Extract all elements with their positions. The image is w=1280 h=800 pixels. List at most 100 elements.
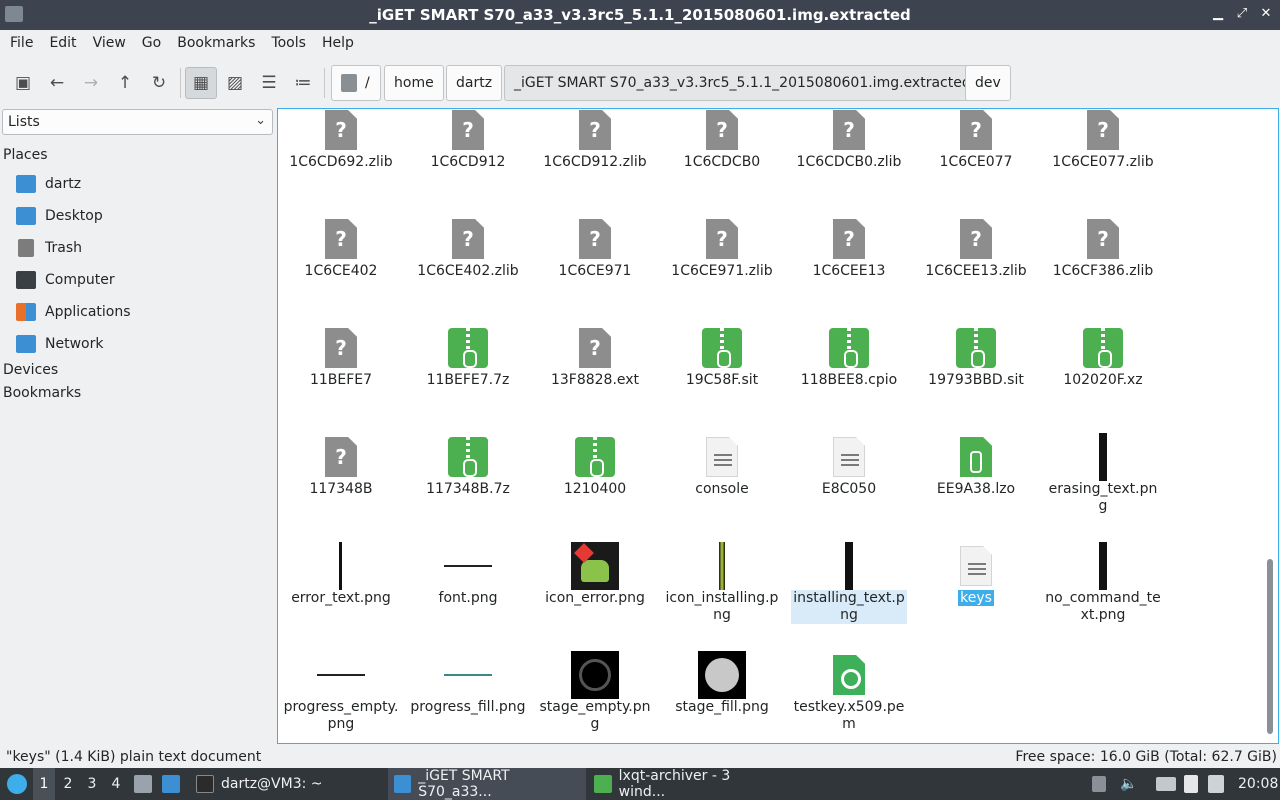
file-item[interactable]: erasing_text.png [1045, 433, 1161, 537]
file-view[interactable]: 1C6CD692.zlib 1C6CD912 1C6CD912.zlib 1C6CDC… [277, 108, 1279, 744]
devices-header[interactable]: Devices [3, 362, 58, 378]
task-file-manager[interactable]: _iGET SMART S70_a33... [388, 768, 586, 800]
clock[interactable]: 20:08 [1238, 768, 1278, 800]
menu-edit[interactable]: Edit [41, 35, 84, 51]
file-item[interactable]: 118BEE8.cpio [791, 324, 907, 428]
storage-tray-icon[interactable] [1208, 768, 1224, 800]
back-arrow-icon[interactable]: ← [44, 70, 70, 96]
bookmarks-header[interactable]: Bookmarks [3, 385, 81, 401]
file-item[interactable]: stage_empty.png [537, 651, 653, 743]
place-computer[interactable]: Computer [16, 268, 115, 292]
menu-file[interactable]: File [2, 35, 41, 51]
forward-arrow-icon[interactable]: → [78, 70, 104, 96]
file-item[interactable]: 1C6CD692.zlib [283, 109, 399, 210]
tray-up-icon[interactable] [1092, 768, 1106, 800]
scrollbar-thumb[interactable] [1267, 559, 1273, 734]
volume-icon[interactable]: 🔈 [1120, 768, 1137, 800]
file-item[interactable]: 1C6CE971.zlib [664, 215, 780, 319]
close-icon[interactable]: ✕ [1258, 6, 1274, 22]
file-item[interactable]: 1C6CE077.zlib [1045, 109, 1161, 210]
reload-icon[interactable]: ↻ [146, 70, 172, 96]
file-item[interactable]: 1C6CF386.zlib [1045, 215, 1161, 319]
file-item[interactable]: 1C6CE971 [537, 215, 653, 319]
file-item[interactable]: testkey.x509.pem [791, 651, 907, 743]
file-item[interactable]: 19C58F.sit [664, 324, 780, 428]
file-name-text: 1C6CE971 [558, 263, 632, 279]
file-item[interactable]: progress_fill.png [410, 651, 526, 743]
file-name: 1C6CE077 [918, 154, 1034, 171]
file-item[interactable]: E8C050 [791, 433, 907, 537]
task-archiver[interactable]: lxqt-archiver - 3 wind... [588, 768, 784, 800]
desktop-4-button[interactable]: 4 [105, 768, 127, 800]
desktop-2-button[interactable]: 2 [57, 768, 79, 800]
up-arrow-icon[interactable]: ↑ [112, 70, 138, 96]
file-item[interactable]: 1C6CE402 [283, 215, 399, 319]
file-item[interactable]: console [664, 433, 780, 537]
quicklaunch-desktop[interactable] [162, 768, 180, 800]
place-applications[interactable]: Applications [16, 300, 131, 324]
file-item[interactable]: 1210400 [537, 433, 653, 537]
file-item[interactable]: EE9A38.lzo [918, 433, 1034, 537]
file-item[interactable]: 102020F.xz [1045, 324, 1161, 428]
start-menu-button[interactable] [4, 768, 30, 800]
file-item[interactable]: 1C6CDCB0 [664, 109, 780, 210]
file-item[interactable]: 1C6CD912.zlib [537, 109, 653, 210]
file-item[interactable]: font.png [410, 542, 526, 646]
place-desktop[interactable]: Desktop [16, 204, 103, 228]
file-item[interactable]: 11BEFE7 [283, 324, 399, 428]
menu-view[interactable]: View [85, 35, 134, 51]
clipboard-icon[interactable] [1184, 768, 1198, 800]
file-item[interactable]: 11BEFE7.7z [410, 324, 526, 428]
file-item[interactable]: 1C6CEE13.zlib [918, 215, 1034, 319]
file-item[interactable]: 1C6CDCB0.zlib [791, 109, 907, 210]
file-item[interactable]: icon_error.png [537, 542, 653, 646]
path-root-button[interactable]: / [331, 65, 381, 101]
vertical-scrollbar[interactable] [1265, 113, 1275, 739]
file-item[interactable]: 1C6CD912 [410, 109, 526, 210]
side-pane-mode-select[interactable]: Lists ⌄ [2, 109, 273, 135]
place-dartz[interactable]: dartz [16, 172, 81, 196]
file-item[interactable]: 117348B.7z [410, 433, 526, 537]
file-item[interactable]: 117348B [283, 433, 399, 537]
menu-help[interactable]: Help [314, 35, 362, 51]
menu-go[interactable]: Go [134, 35, 169, 51]
desktop-1-button[interactable]: 1 [33, 768, 55, 800]
window-title: _iGET SMART S70_a33_v3.3rc5_5.1.1_201508… [369, 6, 911, 24]
icon-view-icon[interactable]: ▦ [185, 67, 217, 99]
file-item[interactable]: stage_fill.png [664, 651, 780, 743]
file-item[interactable]: 13F8828.ext [537, 324, 653, 428]
file-item[interactable]: 1C6CEE13 [791, 215, 907, 319]
path-crumb-current[interactable]: _iGET SMART S70_a33_v3.3rc5_5.1.1_201508… [504, 65, 981, 101]
quicklaunch-files[interactable] [134, 768, 152, 800]
places-header[interactable]: Places [3, 147, 48, 163]
file-item[interactable]: installing_text.png [791, 542, 907, 646]
maximize-icon[interactable]: ⤢ [1234, 6, 1250, 22]
file-item[interactable]: error_text.png [283, 542, 399, 646]
place-trash[interactable]: Trash [16, 236, 82, 260]
place-network[interactable]: Network [16, 332, 103, 356]
path-crumb-dev[interactable]: dev [965, 65, 1011, 101]
file-item[interactable]: 1C6CE077 [918, 109, 1034, 210]
thumbnail-view-icon[interactable]: ▨ [222, 70, 248, 96]
minimize-icon[interactable]: ▁ [1210, 6, 1226, 22]
new-tab-icon[interactable]: ▣ [10, 70, 36, 96]
file-item[interactable]: 19793BBD.sit [918, 324, 1034, 428]
unknown-file-icon [571, 324, 619, 372]
file-item[interactable]: 1C6CE402.zlib [410, 215, 526, 319]
file-name-text: icon_installing.png [665, 590, 779, 623]
file-item[interactable]: progress_empty.png [283, 651, 399, 743]
task-terminal[interactable]: dartz@VM3: ~ [190, 768, 386, 800]
file-name: 117348B.7z [410, 481, 526, 498]
file-name: stage_fill.png [664, 699, 780, 716]
detailed-list-view-icon[interactable]: ≔ [290, 70, 316, 96]
file-item[interactable]: keys [918, 542, 1034, 646]
path-crumb-home[interactable]: home [384, 65, 444, 101]
menu-bookmarks[interactable]: Bookmarks [169, 35, 263, 51]
desktop-3-button[interactable]: 3 [81, 768, 103, 800]
path-crumb-dartz[interactable]: dartz [446, 65, 503, 101]
network-tray-icon[interactable] [1156, 768, 1176, 800]
file-item[interactable]: no_command_text.png [1045, 542, 1161, 646]
file-item[interactable]: icon_installing.png [664, 542, 780, 646]
menu-tools[interactable]: Tools [263, 35, 314, 51]
compact-view-icon[interactable]: ☰ [256, 70, 282, 96]
